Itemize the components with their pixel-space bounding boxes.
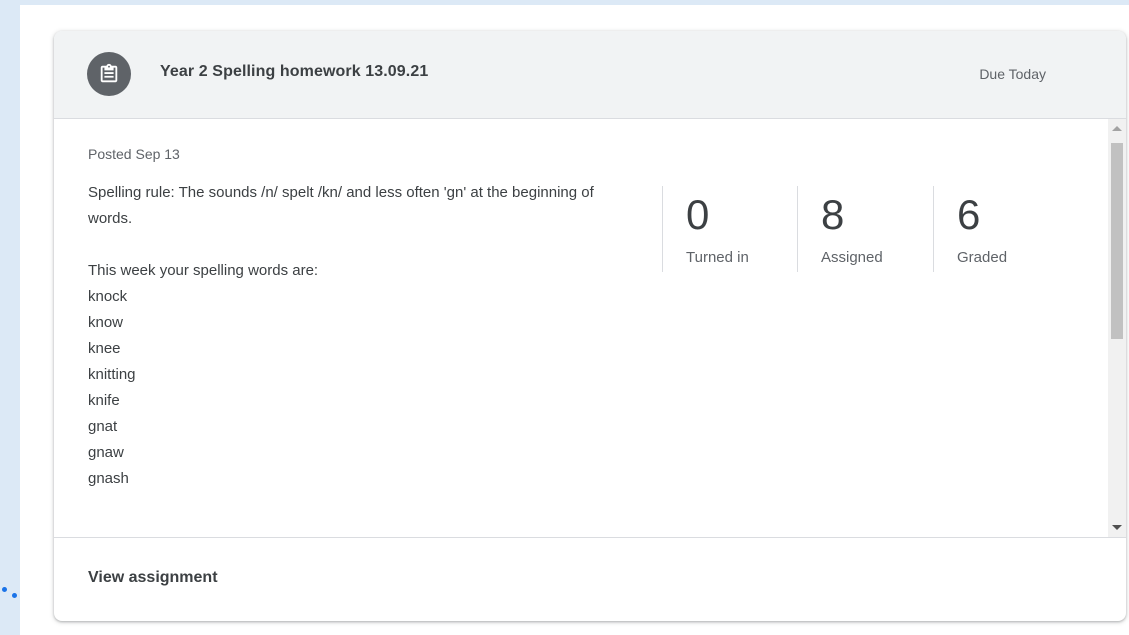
card-header[interactable]: Year 2 Spelling homework 13.09.21 Due To… bbox=[54, 31, 1126, 119]
spelling-word: knife bbox=[88, 392, 120, 409]
background-left bbox=[0, 0, 20, 635]
stat-value: 8 bbox=[821, 191, 845, 238]
scroll-down-arrow-icon[interactable] bbox=[1112, 525, 1122, 530]
intro-text: This week your spelling words are: bbox=[88, 262, 319, 279]
posted-date: Posted Sep 13 bbox=[88, 146, 180, 162]
due-date: Due Today bbox=[979, 66, 1046, 82]
dot bbox=[2, 587, 7, 592]
scroll-thumb[interactable] bbox=[1111, 143, 1123, 339]
scrollbar[interactable] bbox=[1108, 119, 1126, 537]
assignment-description: Spelling rule: The sounds /n/ spelt /kn/… bbox=[88, 180, 628, 492]
view-assignment-link[interactable]: View assignment bbox=[88, 569, 218, 587]
card-footer: View assignment bbox=[54, 537, 1126, 621]
spelling-word: gnaw bbox=[88, 444, 124, 461]
card-body: Posted Sep 13 Spelling rule: The sounds … bbox=[54, 119, 1126, 537]
stat-label: Graded bbox=[957, 249, 1008, 266]
stat-graded[interactable]: 6 Graded bbox=[933, 186, 1069, 272]
stat-value: 6 bbox=[957, 191, 981, 238]
stat-label: Turned in bbox=[686, 249, 749, 266]
stat-turned-in[interactable]: 0 Turned in bbox=[662, 186, 798, 272]
spelling-word: know bbox=[88, 314, 124, 331]
stat-assigned[interactable]: 8 Assigned bbox=[797, 186, 933, 272]
assignment-icon bbox=[87, 52, 131, 96]
spelling-word: gnat bbox=[88, 418, 118, 435]
spelling-word: knock bbox=[88, 288, 128, 305]
stat-label: Assigned bbox=[821, 249, 883, 266]
page: Year 2 Spelling homework 13.09.21 Due To… bbox=[0, 0, 1129, 635]
spelling-word: gnash bbox=[88, 470, 129, 487]
spelling-rule-text: Spelling rule: The sounds /n/ spelt /kn/… bbox=[88, 184, 594, 227]
background-top bbox=[0, 0, 1129, 5]
drag-handle-dots bbox=[0, 586, 20, 600]
spelling-word: knee bbox=[88, 340, 121, 357]
spelling-word: knitting bbox=[88, 366, 136, 383]
scroll-up-arrow-icon[interactable] bbox=[1112, 126, 1122, 131]
stat-value: 0 bbox=[686, 191, 710, 238]
assignment-title[interactable]: Year 2 Spelling homework 13.09.21 bbox=[160, 63, 428, 81]
assignment-card: Year 2 Spelling homework 13.09.21 Due To… bbox=[54, 31, 1126, 621]
dot bbox=[12, 593, 17, 598]
